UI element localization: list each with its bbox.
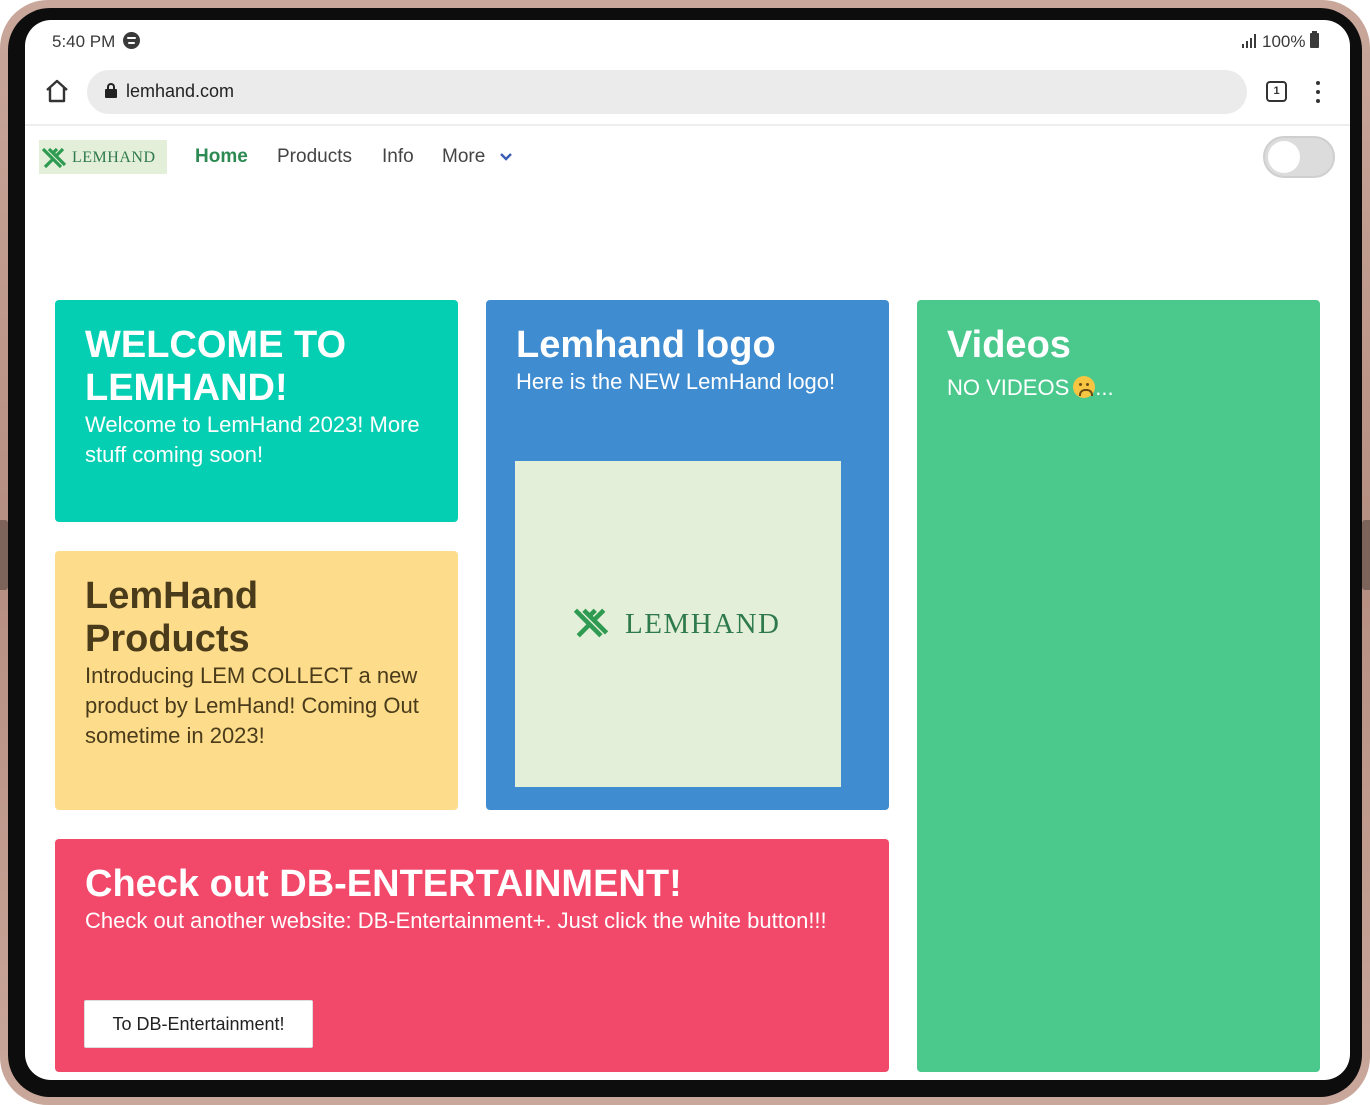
theme-toggle[interactable] <box>1263 136 1335 178</box>
site-logo-text: LEMHAND <box>72 149 156 166</box>
device-hinge-left <box>0 520 8 590</box>
browser-toolbar: lemhand.com 1 <box>25 66 1350 122</box>
url-bar[interactable]: lemhand.com <box>87 70 1247 114</box>
db-entertainment-button[interactable]: To DB-Entertainment! <box>84 1000 313 1048</box>
videos-text-main: NO VIDEOS <box>947 375 1070 400</box>
tabs-icon[interactable]: 1 <box>1266 81 1287 102</box>
db-text: Check out another website: DB-Entertainm… <box>85 908 827 933</box>
products-card: LemHand Products Introducing LEM COLLECT… <box>55 551 458 810</box>
videos-card: Videos NO VIDEOS... <box>917 300 1320 1072</box>
home-icon[interactable] <box>43 77 71 105</box>
db-entertainment-card: Check out DB-ENTERTAINMENT! Check out an… <box>55 839 889 1072</box>
battery-percentage: 100% <box>1262 32 1306 51</box>
logo-card: Lemhand logo Here is the NEW LemHand log… <box>486 300 889 810</box>
videos-text: NO VIDEOS... <box>947 373 1290 403</box>
site-logo[interactable]: LEMHAND <box>39 140 167 174</box>
battery-icon <box>1310 31 1319 48</box>
db-title: Check out DB-ENTERTAINMENT! <box>85 863 682 905</box>
welcome-text: Welcome to LemHand 2023! More stuff comi… <box>85 412 420 467</box>
signal-icon <box>1242 34 1258 48</box>
lock-icon <box>105 83 117 99</box>
device-frame: 5:40 PM 100% lemhand.com 1 LEMHAND Home … <box>0 0 1370 1105</box>
products-title: LemHand Products <box>85 575 259 660</box>
logo-card-text: Here is the NEW LemHand logo! <box>516 369 836 394</box>
nav-link-info[interactable]: Info <box>382 146 414 168</box>
toggle-knob <box>1268 141 1300 173</box>
nav-link-home[interactable]: Home <box>195 146 248 168</box>
site-navbar: LEMHAND Home Products Info More <box>25 130 1350 190</box>
screen: 5:40 PM 100% lemhand.com 1 LEMHAND Home … <box>25 20 1350 1080</box>
status-bar: 5:40 PM 100% <box>25 20 1350 62</box>
chevron-down-icon[interactable] <box>499 150 513 164</box>
lemhand-logo-image: LEMHAND <box>515 461 841 787</box>
status-time: 5:40 PM <box>52 32 116 51</box>
videos-text-ellipsis: ... <box>1095 375 1114 400</box>
browser-divider <box>25 124 1350 126</box>
device-hinge-right <box>1362 520 1370 590</box>
videos-title: Videos <box>947 324 1071 366</box>
welcome-card: WELCOME TO LEMHAND! Welcome to LemHand 2… <box>55 300 458 522</box>
nav-link-products[interactable]: Products <box>277 146 352 168</box>
products-text: Introducing LEM COLLECT a new product by… <box>85 663 419 748</box>
nav-link-more[interactable]: More <box>442 146 485 168</box>
lemhand-logo-mark-icon <box>574 608 608 638</box>
lemhand-logo-text: LEMHAND <box>625 608 781 640</box>
frown-emoji-icon <box>1073 376 1096 398</box>
menu-icon[interactable] <box>1315 81 1321 103</box>
logo-card-title: Lemhand logo <box>516 324 776 366</box>
url-text[interactable]: lemhand.com <box>126 81 234 102</box>
lemhand-logo-icon <box>42 148 66 168</box>
welcome-title: WELCOME TO LEMHAND! <box>85 324 347 409</box>
spotify-icon <box>123 32 140 49</box>
